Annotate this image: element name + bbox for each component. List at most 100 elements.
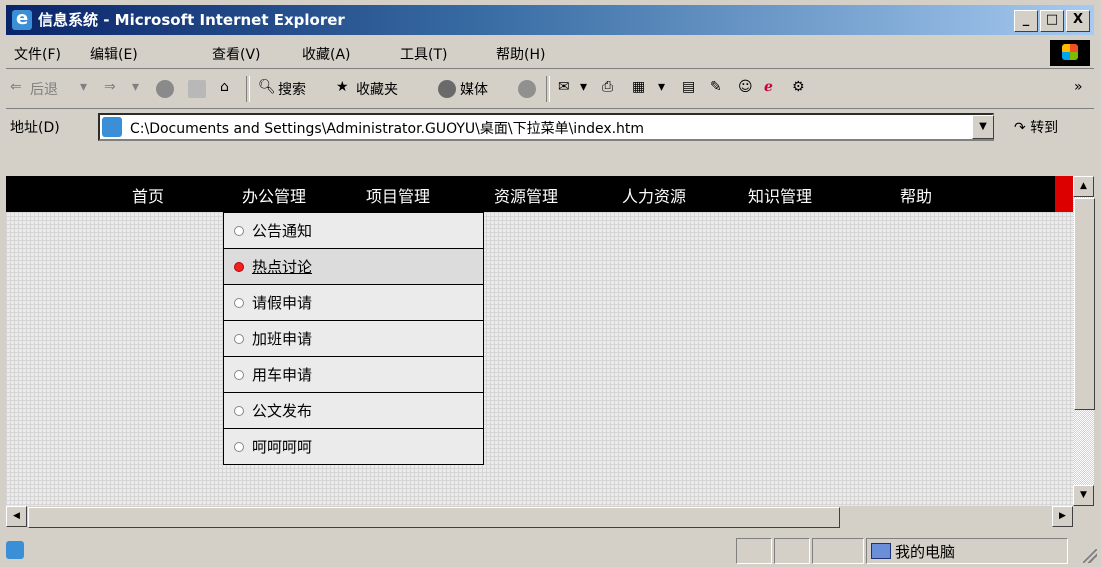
status-bar: 我的电脑 bbox=[0, 535, 1101, 567]
nav-bar: 首页 办公管理 项目管理 资源管理 人力资源 知识管理 帮助 bbox=[6, 176, 1073, 212]
page-status-icon bbox=[6, 541, 24, 559]
ie-logo-icon bbox=[12, 8, 32, 30]
toolbar-separator bbox=[246, 76, 250, 102]
go-label: 转到 bbox=[1030, 120, 1059, 136]
menu-tools[interactable]: 工具(T) bbox=[400, 44, 447, 64]
refresh-icon[interactable] bbox=[188, 80, 206, 98]
media-button[interactable]: 媒体 bbox=[460, 79, 488, 99]
toolbar-separator bbox=[546, 76, 550, 102]
toolbar-overflow-icon[interactable]: » bbox=[1074, 79, 1083, 95]
nav-home[interactable]: 首页 bbox=[132, 183, 164, 207]
menu-edit[interactable]: 编辑(E) bbox=[90, 44, 138, 64]
forward-button[interactable]: ⇒ bbox=[104, 79, 116, 95]
maximize-button[interactable]: □ bbox=[1040, 10, 1064, 32]
close-button[interactable]: X bbox=[1066, 10, 1090, 32]
go-button[interactable]: ↷ 转到 bbox=[1014, 117, 1058, 137]
menu-view[interactable]: 查看(V) bbox=[212, 44, 261, 64]
history-icon[interactable] bbox=[518, 80, 536, 98]
windows-logo-icon bbox=[1050, 40, 1090, 66]
dropdown-item[interactable]: 请假申请 bbox=[224, 284, 483, 320]
discuss-icon[interactable]: ▤ bbox=[682, 79, 695, 95]
dropdown-item-label: 用车申请 bbox=[252, 366, 313, 384]
print-icon[interactable]: ⎙ bbox=[602, 79, 613, 95]
menu-help[interactable]: 帮助(H) bbox=[496, 44, 545, 64]
horizontal-scroll-thumb[interactable] bbox=[28, 507, 840, 528]
address-label: 地址(D) bbox=[10, 120, 60, 136]
bullet-icon bbox=[234, 334, 244, 344]
nav-hr[interactable]: 人力资源 bbox=[622, 183, 686, 207]
favorites-icon: ★ bbox=[336, 79, 349, 95]
resize-grip-icon[interactable] bbox=[1083, 549, 1097, 563]
nav-office[interactable]: 办公管理 bbox=[242, 183, 306, 207]
bullet-icon bbox=[234, 370, 244, 380]
bullet-icon bbox=[234, 298, 244, 308]
window-title: 信息系统 - Microsoft Internet Explorer bbox=[38, 11, 345, 29]
vertical-scroll-thumb[interactable] bbox=[1074, 198, 1095, 410]
edit-icon[interactable]: ▦ bbox=[632, 79, 645, 95]
toolbar: ⇐ 后退 ▾ ⇒ ▾ ⌂ 🔍︎ 搜索 ★ 收藏夹 媒体 ✉ ▾ ⎙ ▦ ▾ ▤ … bbox=[6, 70, 1094, 109]
window-controls: _ □ X bbox=[1014, 10, 1090, 32]
dropdown-item-label: 热点讨论 bbox=[252, 258, 313, 276]
address-dropdown-icon[interactable]: ▼ bbox=[972, 115, 994, 139]
computer-icon bbox=[871, 543, 891, 559]
stop-icon[interactable] bbox=[156, 80, 174, 98]
zone-label: 我的电脑 bbox=[895, 543, 956, 561]
scroll-left-button[interactable]: ◀ bbox=[6, 506, 27, 527]
search-button[interactable]: 搜索 bbox=[278, 79, 306, 99]
horizontal-scrollbar[interactable]: ◀ ▶ bbox=[6, 506, 1073, 528]
menu-bar: 文件(F) 编辑(E) 查看(V) 收藏(A) 工具(T) 帮助(H) bbox=[6, 38, 1094, 69]
nav-knowledge[interactable]: 知识管理 bbox=[748, 183, 812, 207]
address-bar: 地址(D) C:\Documents and Settings\Administ… bbox=[6, 110, 1094, 142]
scroll-corner bbox=[1073, 506, 1094, 527]
search-icon: 🔍︎ bbox=[258, 79, 276, 95]
research-icon[interactable]: ✎ bbox=[710, 79, 722, 95]
back-arrow-icon: ⇐ bbox=[10, 79, 22, 95]
menu-file[interactable]: 文件(F) bbox=[14, 44, 61, 64]
vertical-scrollbar[interactable]: ▲ ▼ bbox=[1073, 176, 1095, 506]
address-input[interactable]: C:\Documents and Settings\Administrator.… bbox=[98, 113, 994, 141]
dropdown-item-label: 公文发布 bbox=[252, 402, 313, 420]
browser-window: 信息系统 - Microsoft Internet Explorer _ □ X… bbox=[0, 0, 1101, 567]
media-icon bbox=[438, 80, 456, 98]
scroll-up-button[interactable]: ▲ bbox=[1073, 176, 1094, 197]
home-icon[interactable]: ⌂ bbox=[220, 79, 229, 95]
dropdown-item[interactable]: 加班申请 bbox=[224, 320, 483, 356]
address-value: C:\Documents and Settings\Administrator.… bbox=[130, 121, 645, 137]
bullet-icon bbox=[234, 226, 244, 236]
title-bar: 信息系统 - Microsoft Internet Explorer _ □ X bbox=[6, 5, 1094, 35]
dropdown-item-label: 公告通知 bbox=[252, 222, 313, 240]
nav-resource[interactable]: 资源管理 bbox=[494, 183, 558, 207]
bullet-icon bbox=[234, 406, 244, 416]
mail-icon[interactable]: ✉ bbox=[558, 79, 570, 95]
status-panel bbox=[736, 538, 772, 564]
page-icon bbox=[102, 117, 122, 137]
dropdown-item[interactable]: 公文发布 bbox=[224, 392, 483, 428]
favorites-button[interactable]: 收藏夹 bbox=[356, 79, 398, 99]
extra-tool-icon[interactable]: ℯ bbox=[764, 79, 773, 95]
dropdown-item[interactable]: 呵呵呵呵 bbox=[224, 428, 483, 464]
translate-icon[interactable]: ⚙ bbox=[792, 79, 805, 95]
nav-help[interactable]: 帮助 bbox=[900, 183, 932, 207]
scroll-right-button[interactable]: ▶ bbox=[1052, 506, 1073, 527]
page-content bbox=[6, 176, 1073, 506]
nav-project[interactable]: 项目管理 bbox=[366, 183, 430, 207]
dropdown-item-active[interactable]: 热点讨论 bbox=[224, 248, 483, 284]
back-dropdown-icon[interactable]: ▾ bbox=[80, 79, 87, 95]
office-dropdown-menu: 公告通知 热点讨论 请假申请 加班申请 用车申请 公文发布 呵呵呵呵 bbox=[223, 212, 484, 465]
dropdown-item-label: 加班申请 bbox=[252, 330, 313, 348]
security-zone: 我的电脑 bbox=[866, 538, 1068, 564]
back-button[interactable]: 后退 bbox=[30, 79, 58, 99]
bullet-icon bbox=[234, 442, 244, 452]
dropdown-item[interactable]: 用车申请 bbox=[224, 356, 483, 392]
scroll-down-button[interactable]: ▼ bbox=[1073, 485, 1094, 506]
messenger-icon[interactable]: ☺ bbox=[738, 79, 753, 95]
bullet-active-icon bbox=[234, 262, 244, 272]
minimize-button[interactable]: _ bbox=[1014, 10, 1038, 32]
dropdown-item-label: 呵呵呵呵 bbox=[252, 438, 313, 456]
status-panel bbox=[774, 538, 810, 564]
dropdown-item[interactable]: 公告通知 bbox=[224, 212, 483, 248]
forward-dropdown-icon[interactable]: ▾ bbox=[132, 79, 139, 95]
menu-favorites[interactable]: 收藏(A) bbox=[302, 44, 351, 64]
mail-dropdown-icon[interactable]: ▾ bbox=[580, 79, 587, 95]
edit-dropdown-icon[interactable]: ▾ bbox=[658, 79, 665, 95]
